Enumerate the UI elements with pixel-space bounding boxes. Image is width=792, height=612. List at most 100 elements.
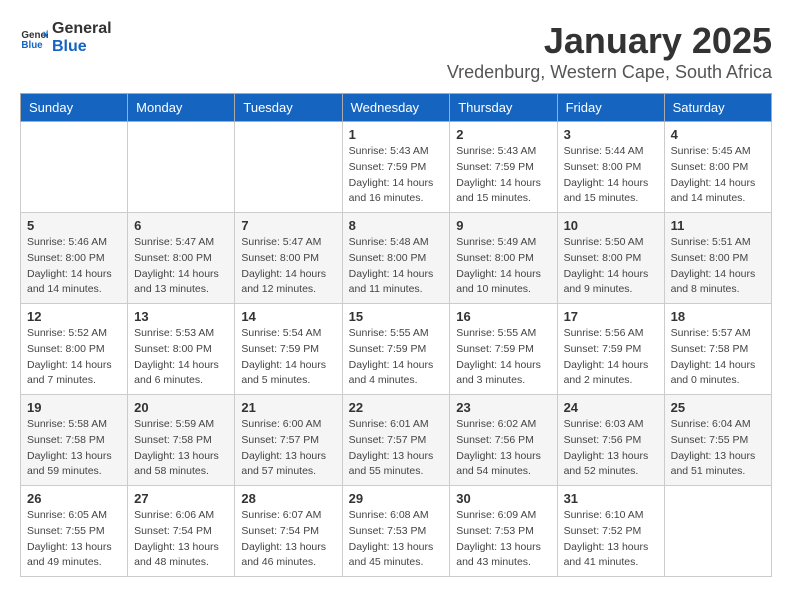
calendar-cell — [21, 122, 128, 213]
day-detail: Sunrise: 6:05 AM Sunset: 7:55 PM Dayligh… — [27, 508, 121, 571]
day-number: 23 — [456, 400, 550, 415]
month-title: January 2025 — [447, 20, 772, 62]
day-number: 25 — [671, 400, 765, 415]
calendar-cell: 14 Sunrise: 5:54 AM Sunset: 7:59 PM Dayli… — [235, 304, 342, 395]
day-number: 6 — [134, 218, 228, 233]
day-detail: Sunrise: 5:55 AM Sunset: 7:59 PM Dayligh… — [349, 326, 444, 389]
day-detail: Sunrise: 6:07 AM Sunset: 7:54 PM Dayligh… — [241, 508, 335, 571]
day-number: 12 — [27, 309, 121, 324]
calendar-cell — [128, 122, 235, 213]
logo-general-text: General — [52, 20, 112, 38]
day-detail: Sunrise: 5:49 AM Sunset: 8:00 PM Dayligh… — [456, 235, 550, 298]
day-detail: Sunrise: 5:43 AM Sunset: 7:59 PM Dayligh… — [456, 144, 550, 207]
calendar-cell: 21 Sunrise: 6:00 AM Sunset: 7:57 PM Dayli… — [235, 395, 342, 486]
day-detail: Sunrise: 5:59 AM Sunset: 7:58 PM Dayligh… — [134, 417, 228, 480]
day-number: 1 — [349, 127, 444, 142]
day-number: 28 — [241, 491, 335, 506]
calendar-cell: 19 Sunrise: 5:58 AM Sunset: 7:58 PM Dayli… — [21, 395, 128, 486]
day-number: 26 — [27, 491, 121, 506]
day-detail: Sunrise: 6:01 AM Sunset: 7:57 PM Dayligh… — [349, 417, 444, 480]
calendar-cell: 2 Sunrise: 5:43 AM Sunset: 7:59 PM Daylig… — [450, 122, 557, 213]
day-number: 30 — [456, 491, 550, 506]
calendar-cell: 23 Sunrise: 6:02 AM Sunset: 7:56 PM Dayli… — [450, 395, 557, 486]
page-header: General Blue General Blue January 2025 V… — [20, 20, 772, 83]
day-number: 13 — [134, 309, 228, 324]
day-number: 16 — [456, 309, 550, 324]
day-number: 7 — [241, 218, 335, 233]
calendar-week-row: 5 Sunrise: 5:46 AM Sunset: 8:00 PM Daylig… — [21, 213, 772, 304]
calendar-cell: 17 Sunrise: 5:56 AM Sunset: 7:59 PM Dayli… — [557, 304, 664, 395]
day-detail: Sunrise: 5:53 AM Sunset: 8:00 PM Dayligh… — [134, 326, 228, 389]
day-of-week-header: Sunday — [21, 94, 128, 122]
day-detail: Sunrise: 6:08 AM Sunset: 7:53 PM Dayligh… — [349, 508, 444, 571]
calendar-cell: 4 Sunrise: 5:45 AM Sunset: 8:00 PM Daylig… — [664, 122, 771, 213]
day-detail: Sunrise: 6:06 AM Sunset: 7:54 PM Dayligh… — [134, 508, 228, 571]
day-number: 3 — [564, 127, 658, 142]
day-of-week-header: Monday — [128, 94, 235, 122]
day-number: 31 — [564, 491, 658, 506]
calendar-week-row: 26 Sunrise: 6:05 AM Sunset: 7:55 PM Dayli… — [21, 486, 772, 577]
day-detail: Sunrise: 5:48 AM Sunset: 8:00 PM Dayligh… — [349, 235, 444, 298]
calendar-cell: 24 Sunrise: 6:03 AM Sunset: 7:56 PM Dayli… — [557, 395, 664, 486]
logo: General Blue General Blue — [20, 20, 112, 55]
calendar-cell: 10 Sunrise: 5:50 AM Sunset: 8:00 PM Dayli… — [557, 213, 664, 304]
calendar-cell: 29 Sunrise: 6:08 AM Sunset: 7:53 PM Dayli… — [342, 486, 450, 577]
day-detail: Sunrise: 5:58 AM Sunset: 7:58 PM Dayligh… — [27, 417, 121, 480]
logo-icon: General Blue — [20, 24, 48, 52]
day-detail: Sunrise: 6:04 AM Sunset: 7:55 PM Dayligh… — [671, 417, 765, 480]
day-detail: Sunrise: 6:03 AM Sunset: 7:56 PM Dayligh… — [564, 417, 658, 480]
day-detail: Sunrise: 5:43 AM Sunset: 7:59 PM Dayligh… — [349, 144, 444, 207]
day-number: 10 — [564, 218, 658, 233]
day-number: 11 — [671, 218, 765, 233]
day-detail: Sunrise: 5:57 AM Sunset: 7:58 PM Dayligh… — [671, 326, 765, 389]
calendar-table: SundayMondayTuesdayWednesdayThursdayFrid… — [20, 93, 772, 577]
calendar-cell: 27 Sunrise: 6:06 AM Sunset: 7:54 PM Dayli… — [128, 486, 235, 577]
day-detail: Sunrise: 5:45 AM Sunset: 8:00 PM Dayligh… — [671, 144, 765, 207]
calendar-week-row: 1 Sunrise: 5:43 AM Sunset: 7:59 PM Daylig… — [21, 122, 772, 213]
calendar-cell — [235, 122, 342, 213]
day-number: 29 — [349, 491, 444, 506]
location-title: Vredenburg, Western Cape, South Africa — [447, 62, 772, 83]
day-detail: Sunrise: 6:02 AM Sunset: 7:56 PM Dayligh… — [456, 417, 550, 480]
day-number: 9 — [456, 218, 550, 233]
calendar-cell: 8 Sunrise: 5:48 AM Sunset: 8:00 PM Daylig… — [342, 213, 450, 304]
day-number: 5 — [27, 218, 121, 233]
calendar-cell: 15Sunrise: 5:55 AM Sunset: 7:59 PM Dayli… — [342, 304, 450, 395]
day-detail: Sunrise: 5:46 AM Sunset: 8:00 PM Dayligh… — [27, 235, 121, 298]
day-detail: Sunrise: 6:09 AM Sunset: 7:53 PM Dayligh… — [456, 508, 550, 571]
day-number: 24 — [564, 400, 658, 415]
day-detail: Sunrise: 6:00 AM Sunset: 7:57 PM Dayligh… — [241, 417, 335, 480]
calendar-cell: 11 Sunrise: 5:51 AM Sunset: 8:00 PM Dayli… — [664, 213, 771, 304]
day-detail: Sunrise: 5:47 AM Sunset: 8:00 PM Dayligh… — [241, 235, 335, 298]
calendar-cell: 13 Sunrise: 5:53 AM Sunset: 8:00 PM Dayli… — [128, 304, 235, 395]
svg-text:Blue: Blue — [21, 39, 43, 50]
calendar-cell: 16Sunrise: 5:55 AM Sunset: 7:59 PM Dayli… — [450, 304, 557, 395]
day-number: 14 — [241, 309, 335, 324]
calendar-cell: 28 Sunrise: 6:07 AM Sunset: 7:54 PM Dayli… — [235, 486, 342, 577]
day-detail: Sunrise: 5:50 AM Sunset: 8:00 PM Dayligh… — [564, 235, 658, 298]
day-detail: Sunrise: 5:54 AM Sunset: 7:59 PM Dayligh… — [241, 326, 335, 389]
calendar-cell: 25 Sunrise: 6:04 AM Sunset: 7:55 PM Dayli… — [664, 395, 771, 486]
day-detail: Sunrise: 5:56 AM Sunset: 7:59 PM Dayligh… — [564, 326, 658, 389]
calendar-cell: 5 Sunrise: 5:46 AM Sunset: 8:00 PM Daylig… — [21, 213, 128, 304]
logo-blue-text: Blue — [52, 38, 112, 56]
calendar-cell: 12Sunrise: 5:52 AM Sunset: 8:00 PM Dayli… — [21, 304, 128, 395]
day-number: 4 — [671, 127, 765, 142]
day-of-week-header: Tuesday — [235, 94, 342, 122]
calendar-cell: 7 Sunrise: 5:47 AM Sunset: 8:00 PM Daylig… — [235, 213, 342, 304]
day-number: 19 — [27, 400, 121, 415]
calendar-week-row: 19 Sunrise: 5:58 AM Sunset: 7:58 PM Dayli… — [21, 395, 772, 486]
day-number: 8 — [349, 218, 444, 233]
day-number: 2 — [456, 127, 550, 142]
day-number: 18 — [671, 309, 765, 324]
day-number: 21 — [241, 400, 335, 415]
calendar-cell: 22Sunrise: 6:01 AM Sunset: 7:57 PM Dayli… — [342, 395, 450, 486]
day-of-week-header: Thursday — [450, 94, 557, 122]
day-detail: Sunrise: 6:10 AM Sunset: 7:52 PM Dayligh… — [564, 508, 658, 571]
day-number: 17 — [564, 309, 658, 324]
calendar-cell: 26 Sunrise: 6:05 AM Sunset: 7:55 PM Dayli… — [21, 486, 128, 577]
day-number: 27 — [134, 491, 228, 506]
day-detail: Sunrise: 5:51 AM Sunset: 8:00 PM Dayligh… — [671, 235, 765, 298]
day-of-week-header: Wednesday — [342, 94, 450, 122]
calendar-cell: 30 Sunrise: 6:09 AM Sunset: 7:53 PM Dayli… — [450, 486, 557, 577]
